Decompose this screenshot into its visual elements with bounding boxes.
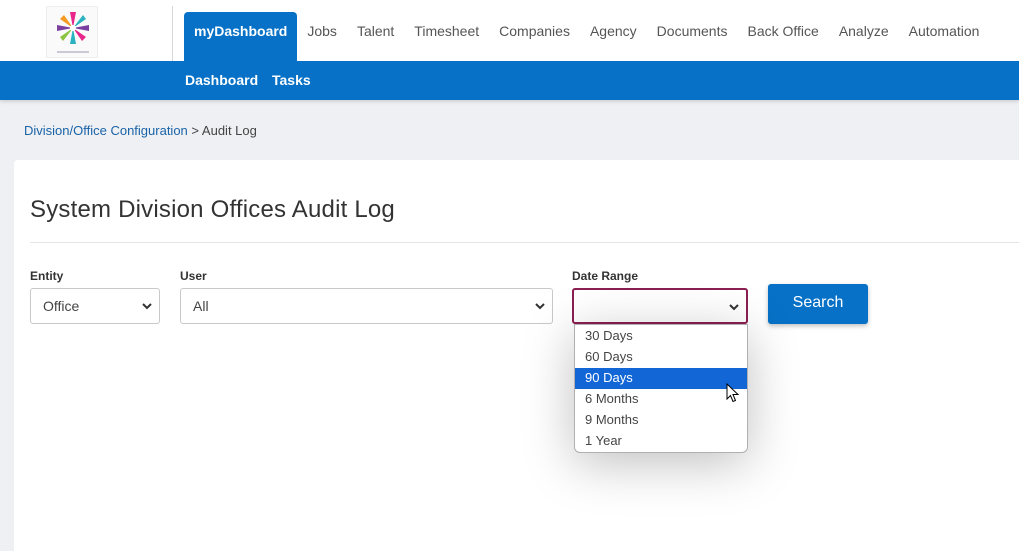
logo-caption bbox=[57, 51, 89, 53]
chevron-down-icon bbox=[535, 303, 545, 310]
search-button[interactable]: Search bbox=[768, 284, 868, 324]
date-range-label: Date Range bbox=[572, 269, 639, 283]
nav-item-analyze[interactable]: Analyze bbox=[829, 12, 899, 50]
date-range-option-1-year[interactable]: 1 Year bbox=[575, 431, 747, 452]
nav-item-back-office[interactable]: Back Office bbox=[737, 12, 828, 50]
nav-item-automation[interactable]: Automation bbox=[899, 12, 990, 50]
nav-item-companies[interactable]: Companies bbox=[489, 12, 580, 50]
nav-item-timesheet[interactable]: Timesheet bbox=[404, 12, 489, 50]
main-nav: myDashboard Jobs Talent Timesheet Compan… bbox=[184, 12, 989, 61]
breadcrumb-link-division-office[interactable]: Division/Office Configuration bbox=[24, 123, 188, 138]
date-range-option-6-months[interactable]: 6 Months bbox=[575, 389, 747, 410]
title-divider bbox=[30, 242, 1019, 243]
date-range-select[interactable] bbox=[572, 288, 748, 324]
date-range-option-60-days[interactable]: 60 Days bbox=[575, 347, 747, 368]
breadcrumb: Division/Office Configuration > Audit Lo… bbox=[24, 123, 257, 138]
top-navbar: myDashboard Jobs Talent Timesheet Compan… bbox=[0, 0, 1019, 61]
date-range-option-90-days[interactable]: 90 Days bbox=[575, 368, 747, 389]
sub-navbar: Dashboard Tasks bbox=[0, 61, 1019, 100]
company-logo[interactable] bbox=[46, 6, 98, 58]
nav-item-mydashboard[interactable]: myDashboard bbox=[184, 12, 298, 61]
entity-select-value: Office bbox=[43, 298, 80, 314]
nav-item-talent[interactable]: Talent bbox=[347, 12, 404, 50]
logo-flower-icon bbox=[57, 12, 89, 44]
chevron-down-icon bbox=[729, 304, 739, 311]
date-range-option-30-days[interactable]: 30 Days bbox=[575, 326, 747, 347]
entity-select[interactable]: Office bbox=[30, 288, 160, 324]
subnav-item-dashboard[interactable]: Dashboard bbox=[185, 72, 258, 88]
mouse-cursor-icon bbox=[726, 383, 740, 403]
user-select[interactable]: All bbox=[180, 288, 553, 324]
breadcrumb-current: Audit Log bbox=[201, 123, 257, 138]
nav-item-agency[interactable]: Agency bbox=[580, 12, 647, 50]
navbar-divider bbox=[172, 6, 173, 61]
user-select-value: All bbox=[193, 298, 209, 314]
main-panel: System Division Offices Audit Log Entity… bbox=[14, 160, 1019, 551]
entity-label: Entity bbox=[30, 269, 64, 283]
user-label: User bbox=[180, 269, 207, 283]
date-range-option-9-months[interactable]: 9 Months bbox=[575, 410, 747, 431]
page-title: System Division Offices Audit Log bbox=[30, 196, 395, 223]
subnav-item-tasks[interactable]: Tasks bbox=[272, 72, 311, 88]
nav-item-documents[interactable]: Documents bbox=[647, 12, 738, 50]
date-range-dropdown-list: 30 Days 60 Days 90 Days 6 Months 9 Month… bbox=[574, 324, 748, 453]
chevron-down-icon bbox=[142, 303, 152, 310]
breadcrumb-separator: > bbox=[191, 123, 200, 138]
nav-item-jobs[interactable]: Jobs bbox=[297, 12, 347, 50]
